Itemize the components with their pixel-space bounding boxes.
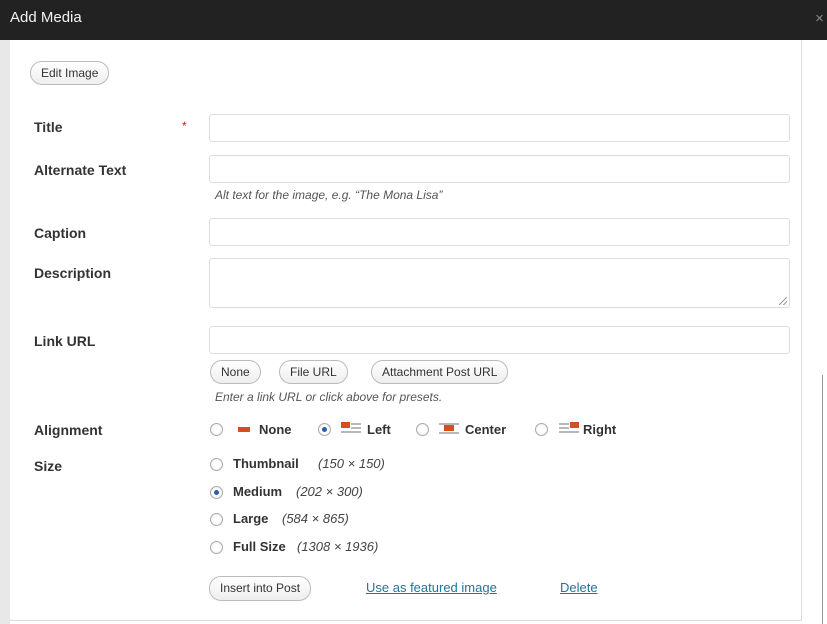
scrollbar-track[interactable] xyxy=(822,375,823,624)
size-medium-radio[interactable] xyxy=(210,486,223,499)
size-large-label[interactable]: Large xyxy=(233,511,268,526)
align-left-radio[interactable] xyxy=(318,423,331,436)
size-thumbnail-radio[interactable] xyxy=(210,458,223,471)
size-thumbnail-label[interactable]: Thumbnail xyxy=(233,456,299,471)
edit-image-button[interactable]: Edit Image xyxy=(30,61,110,85)
resize-grip-icon[interactable] xyxy=(779,297,787,305)
alt-text-label: Alternate Text xyxy=(34,162,127,178)
use-featured-image-link[interactable]: Use as featured image xyxy=(366,580,497,595)
align-none-icon xyxy=(234,423,254,435)
caption-input[interactable] xyxy=(209,218,790,246)
align-right-icon xyxy=(559,422,579,434)
align-none-label[interactable]: None xyxy=(259,422,292,437)
insert-into-post-button[interactable]: Insert into Post xyxy=(209,576,312,601)
alt-text-help: Alt text for the image, e.g. “The Mona L… xyxy=(215,188,443,202)
link-none-button[interactable]: None xyxy=(210,360,261,384)
size-large-radio[interactable] xyxy=(210,513,223,526)
title-label: Title xyxy=(34,119,63,135)
required-asterisk: * xyxy=(182,119,187,133)
link-attachment-post-url-button[interactable]: Attachment Post URL xyxy=(371,360,509,384)
size-label: Size xyxy=(34,458,63,474)
link-url-label: Link URL xyxy=(34,333,96,349)
link-url-input[interactable] xyxy=(209,326,790,354)
align-right-radio[interactable] xyxy=(535,423,548,436)
size-full-dims: (1308 × 1936) xyxy=(297,539,379,554)
close-glyph[interactable]: × xyxy=(812,10,827,27)
alt-text-input[interactable] xyxy=(209,155,790,183)
title-input[interactable] xyxy=(209,114,790,142)
size-large-dims: (584 × 865) xyxy=(282,511,349,526)
align-left-icon xyxy=(341,422,361,434)
size-thumbnail-dims: (150 × 150) xyxy=(318,456,385,471)
dialog-shadow-left xyxy=(0,40,10,624)
align-left-label[interactable]: Left xyxy=(367,422,391,437)
caption-label: Caption xyxy=(34,225,87,241)
size-medium-label[interactable]: Medium xyxy=(233,484,282,499)
align-right-label[interactable]: Right xyxy=(583,422,616,437)
size-full-label[interactable]: Full Size xyxy=(233,539,286,554)
dialog-titlebar: Add Media xyxy=(0,0,827,40)
align-center-icon xyxy=(439,422,459,434)
dialog-title: Add Media xyxy=(10,9,82,26)
link-url-help: Enter a link URL or click above for pres… xyxy=(215,390,443,404)
description-label: Description xyxy=(34,265,112,281)
delete-link[interactable]: Delete xyxy=(560,580,598,595)
size-full-radio[interactable] xyxy=(210,541,223,554)
alignment-label: Alignment xyxy=(34,422,103,438)
align-center-radio[interactable] xyxy=(416,423,429,436)
size-medium-dims: (202 × 300) xyxy=(296,484,363,499)
align-none-radio[interactable] xyxy=(210,423,223,436)
close-icon[interactable]: × xyxy=(812,0,827,40)
align-center-label[interactable]: Center xyxy=(465,422,506,437)
link-file-url-button[interactable]: File URL xyxy=(279,360,348,384)
description-textarea[interactable] xyxy=(209,258,790,308)
